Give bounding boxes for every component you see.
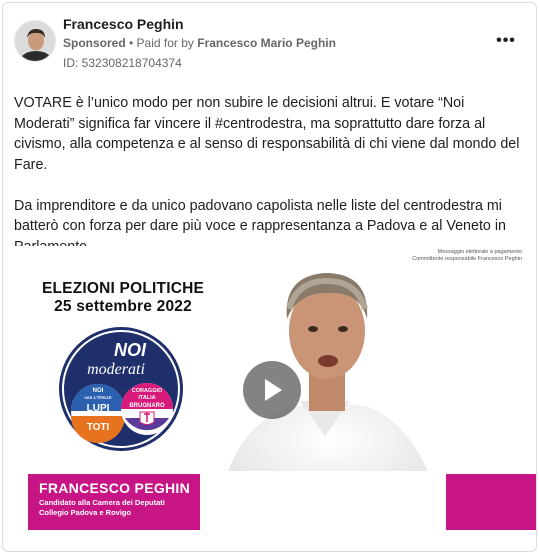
candidate-role-line-2: Collegio Padova e Rovigo — [39, 508, 132, 517]
separator: • — [125, 36, 137, 50]
ad-video[interactable]: Messaggio elettorale a pagamento Committ… — [5, 246, 536, 530]
candidate-role: Candidato alla Camera dei Deputati Colle… — [39, 498, 165, 518]
logo-right-small-1: CORAGGIO — [132, 388, 163, 394]
noi-moderati-logo: NOI moderati NOI con L'ITALIA LUPI TOTI … — [58, 326, 184, 452]
ad-paragraph-1: VOTARE è l’unico modo per non subire le … — [14, 95, 520, 173]
name-band-right — [446, 474, 536, 530]
electoral-disclaimer: Messaggio elettorale a pagamento Committ… — [412, 249, 522, 263]
paid-for-prefix: Paid for by — [136, 36, 198, 50]
logo-top-text-1: NOI — [114, 340, 147, 360]
logo-left-small-2: con L'ITALIA — [84, 395, 112, 400]
payer-name: Francesco Mario Peghin — [197, 36, 336, 50]
logo-left-toti: TOTI — [87, 422, 110, 433]
ad-card: Francesco Peghin Sponsored • Paid for by… — [2, 2, 537, 552]
logo-right-brugnaro: BRUGNARO — [129, 403, 165, 409]
sponsored-label: Sponsored — [63, 36, 126, 50]
play-button[interactable] — [243, 361, 301, 419]
disclaimer-line-1: Messaggio elettorale a pagamento — [437, 249, 522, 255]
candidate-role-line-1: Candidato alla Camera dei Deputati — [39, 498, 165, 507]
ad-id: ID: 532308218704374 — [63, 56, 182, 70]
advertiser-avatar[interactable] — [14, 20, 56, 62]
disclaimer-line-2: Committente responsabile Francesco Peghi… — [412, 256, 522, 262]
election-date: 25 settembre 2022 — [54, 298, 192, 315]
logo-top-text-2: moderati — [87, 361, 145, 378]
candidate-name: FRANCESCO PEGHIN — [39, 480, 191, 496]
sponsored-line: Sponsored • Paid for by Francesco Mario … — [63, 36, 336, 50]
play-icon — [265, 379, 282, 401]
logo-left-small-1: NOI — [93, 388, 104, 394]
more-options-button[interactable]: ••• — [493, 31, 519, 51]
advertiser-name[interactable]: Francesco Peghin — [63, 16, 184, 32]
logo-left-lupi: LUPI — [87, 403, 110, 414]
more-horizontal-icon: ••• — [496, 32, 516, 49]
logo-right-small-2: ITALIA — [138, 395, 155, 401]
election-title: ELEZIONI POLITICHE — [41, 280, 205, 297]
